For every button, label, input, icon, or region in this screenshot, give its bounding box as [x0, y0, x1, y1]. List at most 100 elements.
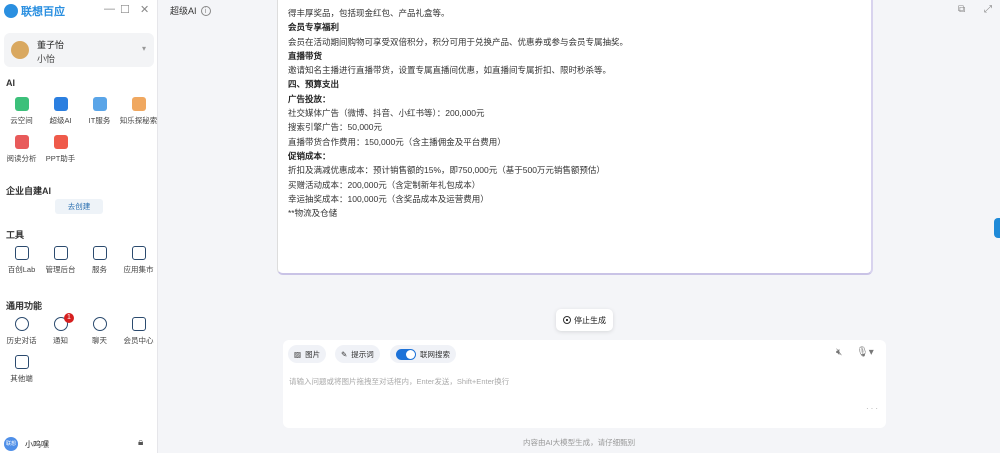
- app-tools-2[interactable]: 服务: [80, 244, 119, 282]
- info-icon[interactable]: i: [200, 5, 211, 16]
- maximize-button[interactable]: ☐: [120, 3, 130, 16]
- content-line: 幸运抽奖成本：100,000元（含奖品成本及运营费用）: [288, 193, 489, 204]
- common-app-icon: [92, 317, 107, 331]
- app-common-3[interactable]: 会员中心: [119, 315, 158, 353]
- app-common-1[interactable]: 通知 1: [41, 313, 80, 353]
- content-line: 搜索引擎广告：50,000元: [288, 122, 382, 133]
- new-window-icon[interactable]: ⧉: [958, 4, 965, 15]
- tools-app-icon: [131, 246, 146, 260]
- disclaimer: 内容由AI大模型生成，请仔细甄别: [523, 438, 636, 447]
- app-label: 百创Lab: [7, 265, 36, 274]
- notification-badge: 1: [64, 313, 74, 323]
- ai-app-icon: [14, 97, 29, 111]
- app-label: 其他端: [10, 374, 33, 383]
- side-float-button[interactable]: [994, 218, 1000, 238]
- app-label: 历史对话: [6, 336, 37, 345]
- image-icon: ▨: [294, 349, 302, 359]
- content-line: 社交媒体广告（微博、抖音、小红书等）：200,000元: [288, 108, 485, 119]
- app-label: 超级AI: [49, 116, 72, 125]
- user-name: 董子怡: [37, 40, 65, 50]
- microphone-icon[interactable]: 🎙︎▾: [856, 347, 874, 358]
- app-ai-1[interactable]: 超级AI: [41, 95, 80, 133]
- image-button[interactable]: ▨ 图片: [288, 345, 327, 363]
- app-tools-3[interactable]: 应用集市: [119, 244, 158, 282]
- app-tools-0[interactable]: 百创Lab: [2, 244, 41, 282]
- expand-icon[interactable]: ⤢: [984, 4, 992, 15]
- app-label: 管理后台: [45, 265, 76, 274]
- app-common-0[interactable]: 历史对话: [2, 315, 41, 353]
- app-label: 知乐探秘索: [119, 116, 158, 125]
- avatar: [11, 41, 29, 59]
- app-ai-3[interactable]: 知乐探秘索: [119, 95, 158, 133]
- app-label: 阅读分析: [6, 154, 37, 163]
- content-heading: 促销成本：: [288, 150, 331, 161]
- message-input[interactable]: 请输入问题或将图片拖拽至对话框内，Enter发送，Shift+Enter换行: [289, 376, 509, 387]
- speaker-mute-icon[interactable]: 🔇︎: [836, 347, 842, 358]
- app-ai-4[interactable]: 阅读分析: [2, 133, 41, 171]
- stop-generation-button[interactable]: 停止生成: [556, 309, 613, 331]
- answer-card: 得丰厚奖品，包括现金红包、产品礼盒等。 会员专享福利 会员在活动期间购物可享受双倍积…: [277, 0, 873, 275]
- common-app-icon: [14, 317, 29, 331]
- content-heading: 会员专享福利: [288, 22, 340, 33]
- page-title: 超级AI i: [170, 4, 211, 17]
- prompt-label: 提示词: [351, 349, 374, 359]
- content-line: 折扣及满减优惠成本：预计销售额的15%，即750,000元（基于500万元销售额…: [288, 165, 605, 176]
- user-avatar: 联想: [4, 437, 18, 451]
- ai-app-icon: [14, 135, 29, 149]
- app-ai-2[interactable]: IT服务: [80, 95, 119, 133]
- sidebar: 联想百应 — ☐ ✕ 董子怡 小怡 ▾ AI 云空间 超级AI IT服务 知乐探秘索阅…: [0, 0, 158, 453]
- app-ai-0[interactable]: 云空间: [2, 95, 41, 133]
- ai-app-icon: [92, 97, 107, 111]
- content-heading: 广告投放：: [288, 93, 331, 104]
- common-app-icon: [131, 317, 146, 331]
- web-search-label: 联网搜索: [420, 349, 450, 359]
- app-common-4[interactable]: 其他端: [2, 353, 41, 391]
- app-ai-5[interactable]: PPT助手: [41, 133, 80, 171]
- web-search-toggle[interactable]: 联网搜索: [390, 345, 456, 363]
- app-label: 云空间: [10, 116, 33, 125]
- ai-app-icon: [53, 135, 68, 149]
- app-logo: 联想百应: [4, 3, 65, 19]
- image-label: 图片: [305, 349, 321, 359]
- app-label: 服务: [92, 265, 107, 274]
- section-enterprise: 企业自建AI: [6, 186, 52, 196]
- user-role: 小怡: [37, 54, 56, 64]
- user-switcher[interactable]: 董子怡 小怡 ▾: [4, 33, 154, 67]
- minimize-button[interactable]: —: [104, 3, 115, 15]
- prompt-button[interactable]: ✎ 提示词: [335, 345, 380, 363]
- section-tools: 工具: [6, 230, 25, 240]
- stop-label: 停止生成: [574, 315, 606, 325]
- tools-app-icon: [53, 246, 68, 260]
- content-line: 直播带货合作费用：150,000元（含主播佣金及平台费用）: [288, 136, 506, 147]
- app-tools-1[interactable]: 管理后台: [41, 244, 80, 282]
- app-label: 聊天: [92, 336, 107, 345]
- chat-input-box: ▨ 图片 ✎ 提示词 联网搜索 请输入问题或将图片拖拽至对话框内，Enter发送，S…: [283, 340, 886, 428]
- section-ai: AI: [6, 78, 15, 88]
- section-common: 通用功能: [6, 301, 43, 311]
- close-button[interactable]: ✕: [140, 3, 149, 16]
- ai-app-icon: [53, 97, 68, 111]
- app-label: 应用集市: [123, 265, 154, 274]
- content-line: 邀请知名主播进行直播带货，设置专属直播间优惠，如直播间专属折扣、限时秒杀等。: [288, 65, 612, 76]
- tools-app-icon: [92, 246, 107, 260]
- app-label: 会员中心: [123, 336, 154, 345]
- tools-app-icon: [14, 246, 29, 260]
- stop-icon: [563, 316, 571, 324]
- content-heading: 直播带货: [288, 50, 323, 61]
- ai-apps: 云空间 超级AI IT服务 知乐探秘索阅读分析 PPT助手: [2, 95, 158, 171]
- create-button[interactable]: 去创建: [55, 199, 103, 214]
- bottom-user[interactable]: 联想 小呜嘿: [4, 437, 49, 451]
- app-label: PPT助手: [45, 154, 76, 163]
- app-label: IT服务: [88, 116, 111, 125]
- app-name: 联想百应: [21, 6, 65, 18]
- content-heading: 四、预算支出: [288, 79, 340, 90]
- bottom-user-name: 小呜嘿: [25, 439, 49, 449]
- more-icon[interactable]: ···: [866, 404, 880, 413]
- common-app-icon: [14, 355, 29, 369]
- app-common-2[interactable]: 聊天: [80, 315, 119, 353]
- toggle-switch[interactable]: [396, 348, 416, 360]
- lock-icon[interactable]: 🔒︎: [138, 437, 143, 448]
- chevron-down-icon: ▾: [141, 44, 146, 53]
- content-line: 买赠活动成本：200,000元（含定制新年礼包成本）: [288, 179, 481, 190]
- tools-apps: 百创Lab 管理后台 服务 应用集市: [2, 244, 158, 282]
